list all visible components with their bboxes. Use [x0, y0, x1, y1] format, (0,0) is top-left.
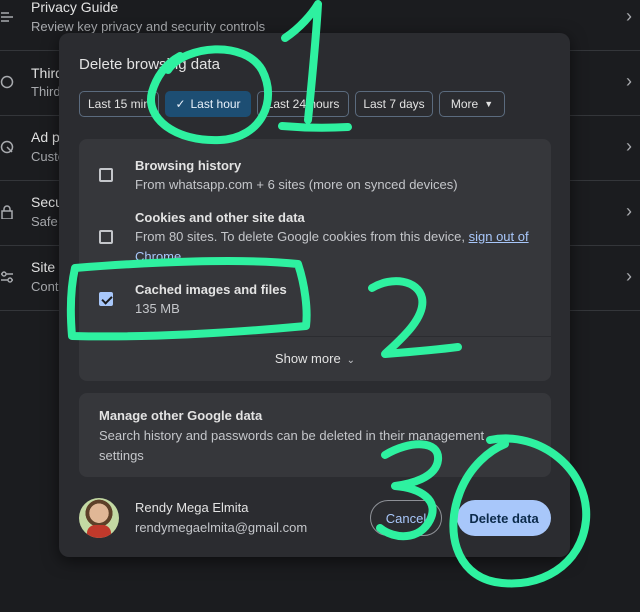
tune-icon	[0, 270, 14, 284]
manage-google-data[interactable]: Manage other Google data Search history …	[79, 393, 551, 477]
chip-last-24-hours[interactable]: Last 24 hours	[257, 91, 349, 117]
item-desc: From 80 sites. To delete Google cookies …	[135, 227, 535, 267]
chip-last-15-min[interactable]: Last 15 min	[79, 91, 159, 117]
item-desc: From whatsapp.com + 6 sites (more on syn…	[135, 177, 458, 192]
cookie-icon	[0, 75, 14, 89]
chip-label: More	[450, 97, 479, 111]
check-icon: ✓	[175, 97, 186, 111]
chip-more-dropdown[interactable]: More ▼	[439, 91, 505, 117]
chevron-down-icon: ⌄	[346, 355, 356, 366]
item-browsing-history[interactable]: Browsing history From whatsapp.com + 6 s…	[79, 139, 551, 201]
manage-title: Manage other Google data	[99, 408, 263, 423]
cookies-checkbox[interactable]	[99, 230, 113, 244]
chevron-right-icon: ›	[626, 266, 632, 286]
chevron-right-icon: ›	[626, 71, 632, 91]
chip-last-7-days[interactable]: Last 7 days	[355, 91, 433, 117]
chip-last-hour[interactable]: ✓ Last hour	[165, 91, 251, 117]
chip-label: Last hour	[190, 97, 241, 111]
item-title: Cached images and files	[135, 282, 287, 297]
chevron-right-icon: ›	[626, 136, 632, 156]
lock-icon	[0, 205, 14, 220]
chip-label: Last 15 min	[87, 97, 151, 111]
item-cached-images[interactable]: Cached images and files 135 MB	[79, 271, 551, 333]
chevron-right-icon: ›	[626, 6, 632, 26]
bg-row-subtitle: Cont	[31, 279, 59, 294]
dialog-title: Delete browsing data	[79, 56, 220, 73]
chevron-right-icon: ›	[626, 201, 632, 221]
data-types-panel: Browsing history From whatsapp.com + 6 s…	[79, 139, 551, 381]
browsing-history-checkbox[interactable]	[99, 168, 113, 182]
bg-row-subtitle: Safe	[31, 214, 58, 229]
cookies-desc-text: From 80 sites. To delete Google cookies …	[135, 229, 465, 244]
caret-down-icon: ▼	[484, 99, 494, 109]
bg-row-subtitle: Third	[31, 84, 61, 99]
delete-browsing-data-dialog: Delete browsing data Last 15 min ✓ Last …	[59, 33, 570, 557]
cancel-label: Cancel	[385, 510, 427, 526]
item-desc: 135 MB	[135, 301, 180, 316]
chip-label: Last 7 days	[363, 97, 425, 111]
chip-label: Last 24 hours	[266, 97, 340, 111]
bg-row-subtitle: Review key privacy and security controls	[31, 19, 266, 34]
item-title: Cookies and other site data	[135, 210, 305, 225]
panel-divider	[79, 336, 551, 337]
show-more-button[interactable]: Show more ⌄	[79, 351, 551, 366]
cached-images-checkbox[interactable]	[99, 292, 113, 306]
item-title: Browsing history	[135, 158, 242, 173]
account-name: Rendy Mega Elmita	[135, 500, 249, 515]
show-more-label: Show more	[274, 351, 341, 366]
bg-row-title: Ad p	[31, 129, 60, 145]
bg-row-title: Privacy Guide	[31, 0, 119, 15]
account-email: rendymegaelmita@gmail.com	[135, 520, 308, 535]
item-cookies[interactable]: Cookies and other site data From 80 site…	[79, 201, 551, 267]
delete-label: Delete data	[469, 510, 539, 526]
delete-data-button[interactable]: Delete data	[457, 500, 551, 536]
ad-privacy-icon	[0, 140, 14, 154]
privacy-guide-icon	[0, 10, 14, 24]
cancel-button[interactable]: Cancel	[370, 500, 442, 536]
manage-desc: Search history and passwords can be dele…	[99, 428, 485, 463]
avatar	[79, 498, 119, 538]
